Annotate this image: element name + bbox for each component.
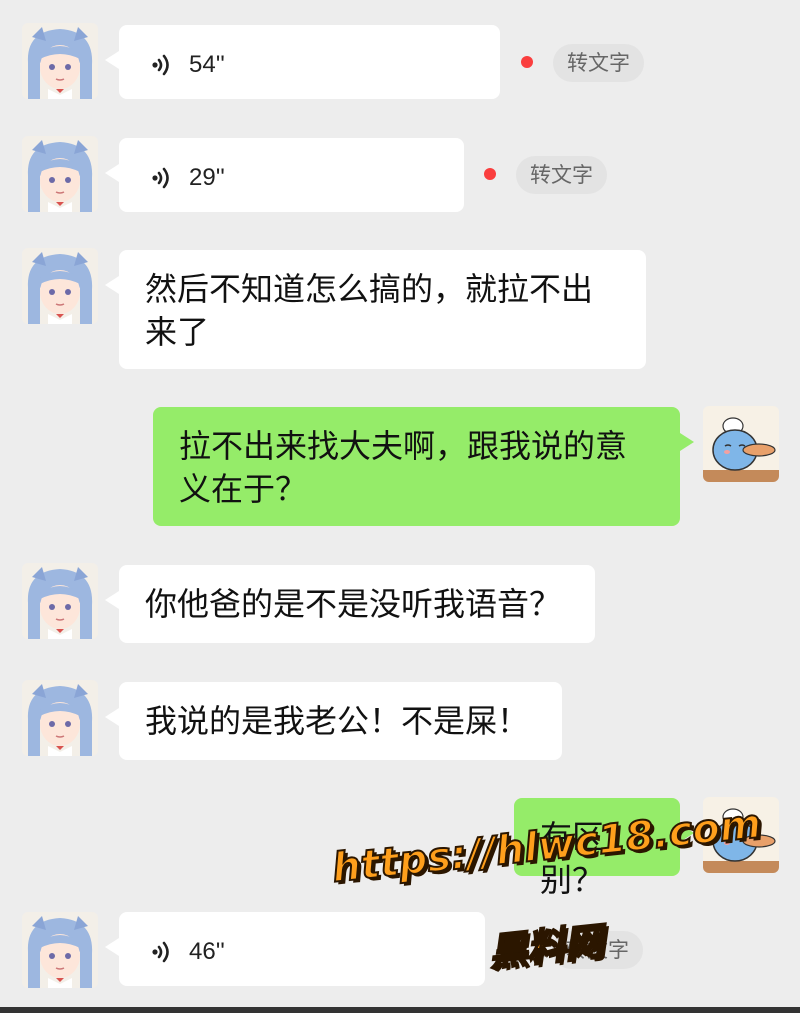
contact-avatar[interactable] — [22, 912, 98, 988]
voice-duration: 46'' — [189, 938, 225, 965]
anime-girl-avatar-icon — [22, 912, 98, 988]
voice-wave-icon — [152, 941, 169, 963]
message-text: 拉不出来找大夫啊，跟我说的意 义在于？ — [179, 427, 628, 508]
text-message-bubble[interactable]: 你他爸的是不是没听我语音？ — [105, 565, 595, 643]
message-text: 我说的是我老公！不是屎！ — [145, 702, 530, 740]
bottom-edge-bar — [0, 1007, 800, 1013]
contact-avatar[interactable] — [22, 136, 98, 212]
voice-wave-icon — [152, 54, 169, 76]
anime-girl-avatar-icon — [22, 248, 98, 324]
voice-wave-icon — [152, 167, 169, 189]
message-text: 然后不知道怎么搞的，就拉不出 来了 — [145, 270, 594, 351]
voice-message-bubble[interactable]: 54'' — [105, 25, 500, 99]
voice-duration: 54'' — [189, 51, 225, 78]
unread-dot — [521, 56, 533, 68]
message-text: 你他爸的是不是没听我语音？ — [145, 585, 562, 623]
my-avatar[interactable] — [703, 406, 779, 482]
contact-avatar[interactable] — [22, 248, 98, 324]
anime-girl-avatar-icon — [22, 136, 98, 212]
voice-duration: 29'' — [189, 164, 225, 191]
convert-to-text-button[interactable]: 转文字 — [516, 156, 607, 194]
chef-cat-avatar-icon — [703, 406, 779, 482]
convert-to-text-button[interactable]: 转文字 — [553, 44, 644, 82]
voice-message-bubble[interactable]: 29'' — [105, 138, 464, 212]
text-message-bubble[interactable]: 我说的是我老公！不是屎！ — [105, 682, 562, 760]
contact-avatar[interactable] — [22, 23, 98, 99]
text-message-bubble[interactable]: 拉不出来找大夫啊，跟我说的意 义在于？ — [153, 407, 694, 526]
anime-girl-avatar-icon — [22, 23, 98, 99]
anime-girl-avatar-icon — [22, 563, 98, 639]
text-message-bubble[interactable]: 然后不知道怎么搞的，就拉不出 来了 — [105, 250, 646, 369]
anime-girl-avatar-icon — [22, 680, 98, 756]
contact-avatar[interactable] — [22, 563, 98, 639]
contact-avatar[interactable] — [22, 680, 98, 756]
unread-dot — [484, 168, 496, 180]
voice-message-bubble[interactable]: 46'' — [105, 912, 485, 986]
